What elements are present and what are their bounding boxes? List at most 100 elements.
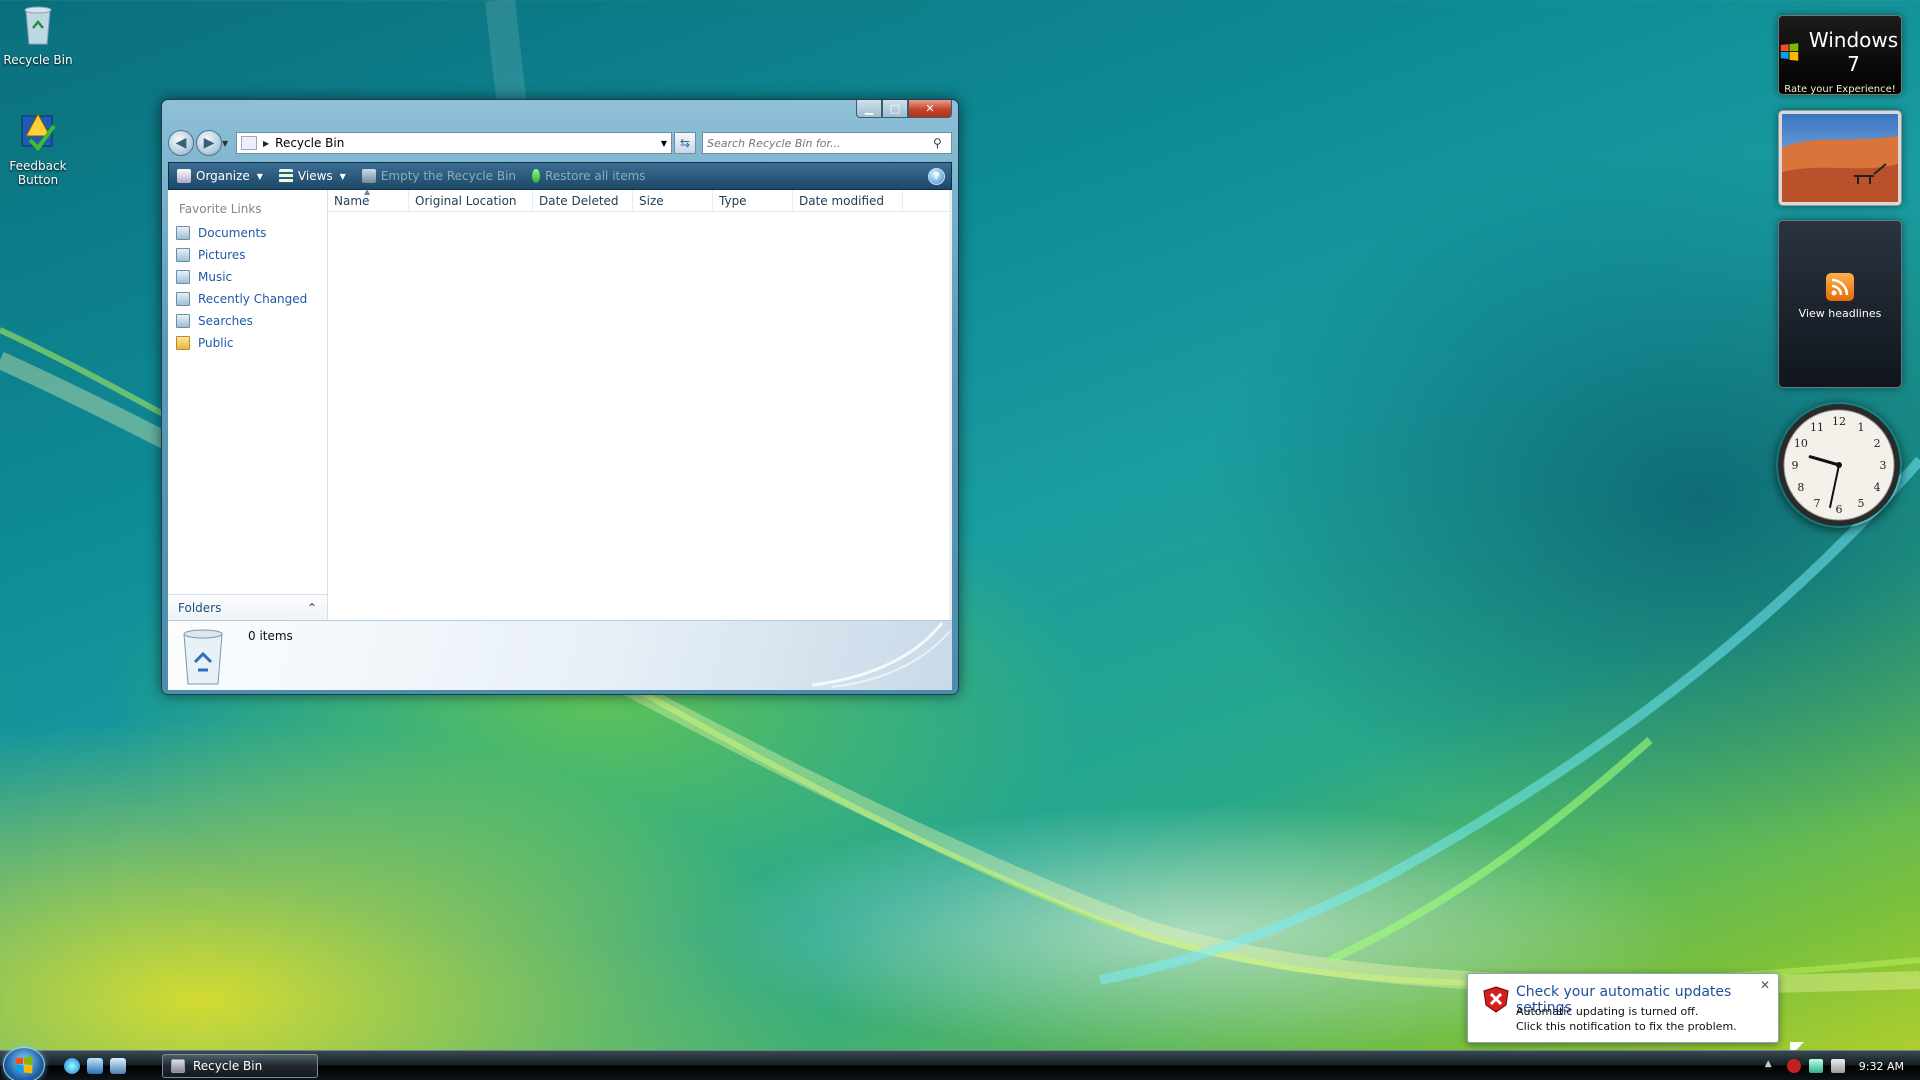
slideshow-gadget[interactable] [1778, 110, 1902, 206]
file-list[interactable]: ▲ Name Original Location Date Deleted Siz… [328, 187, 952, 620]
nav-link-pictures[interactable]: Pictures [168, 244, 327, 266]
refresh-button[interactable]: ⇆ [674, 132, 696, 154]
nav-link-label: Recently Changed [198, 292, 308, 306]
documents-icon [176, 226, 190, 240]
nav-link-recently-changed[interactable]: Recently Changed [168, 288, 327, 310]
restore-icon [532, 169, 541, 183]
taskbar: Recycle Bin ▲ 9:32 AM [0, 1047, 1920, 1080]
show-hidden-icons-chevron-icon[interactable]: ▲ [1765, 1059, 1779, 1073]
minimize-button[interactable]: ▁ [856, 100, 882, 118]
rate-experience-gadget[interactable]: Windows 7 Rate your Experience! [1778, 15, 1902, 95]
clock-gadget[interactable]: 1234567891011 12 [1776, 402, 1902, 528]
views-label: Views [297, 169, 333, 183]
notification-line-1: Automatic updating is turned off. [1516, 1005, 1699, 1018]
internet-explorer-icon[interactable] [64, 1058, 80, 1074]
start-button[interactable] [3, 1047, 45, 1080]
search-box: ⚲ [702, 132, 952, 154]
restore-all-items-label: Restore all items [545, 169, 646, 183]
clock-number: 5 [1858, 497, 1865, 510]
security-alert-icon[interactable] [1786, 1059, 1801, 1073]
column-header-name[interactable]: ▲ Name [328, 187, 409, 211]
clock-number: 12 [1832, 415, 1846, 428]
restore-all-items-button[interactable]: Restore all items [524, 163, 654, 189]
folders-toggle[interactable]: Folders ⌃ [168, 594, 327, 620]
column-header-size[interactable]: Size [633, 190, 713, 211]
details-swoosh [812, 622, 951, 688]
views-button[interactable]: Views ▼ [271, 163, 354, 189]
close-button[interactable]: ✕ [908, 100, 952, 118]
clock-number: 11 [1810, 421, 1824, 434]
show-desktop-icon[interactable] [87, 1058, 103, 1074]
organize-label: Organize [196, 169, 250, 183]
desktop-icon-feedback-button[interactable]: Feedback Button [0, 108, 76, 187]
network-icon[interactable] [1808, 1059, 1823, 1073]
desktop-icon-recycle-bin[interactable]: Recycle Bin [0, 2, 76, 67]
column-header-date-modified[interactable]: Date modified [793, 190, 903, 211]
refresh-icon: ⇆ [679, 136, 691, 150]
minimize-icon: ▁ [864, 102, 874, 115]
taskbar-button-label: Recycle Bin [193, 1059, 263, 1073]
back-button[interactable]: ◀ [168, 130, 194, 156]
address-bar[interactable]: ▶ Recycle Bin ▼ [236, 132, 672, 154]
forward-arrow-icon: ▶ [203, 135, 215, 151]
chevron-down-icon: ▼ [256, 171, 263, 181]
clock-number: 4 [1874, 481, 1881, 494]
taskbar-clock[interactable]: 9:32 AM [1859, 1060, 1904, 1073]
help-icon: ? [933, 170, 940, 182]
maximize-button[interactable]: □ [882, 100, 908, 118]
nav-link-label: Music [198, 270, 233, 284]
column-header-type[interactable]: Type [713, 190, 793, 211]
searches-icon [176, 314, 190, 328]
recently-changed-icon [176, 292, 190, 306]
window-body: Favorite Links Documents Pictures Music … [168, 187, 952, 620]
address-location: Recycle Bin [275, 136, 345, 150]
clock-number: 8 [1797, 481, 1804, 494]
address-dropdown-icon[interactable]: ▼ [657, 139, 671, 148]
search-icon[interactable]: ⚲ [933, 136, 951, 150]
feed-headlines-gadget[interactable]: View headlines [1778, 220, 1902, 388]
navigation-pane: Favorite Links Documents Pictures Music … [168, 190, 328, 620]
view-headlines-label: View headlines [1798, 307, 1882, 320]
column-header-original-location[interactable]: Original Location [409, 190, 533, 211]
recent-pages-dropdown[interactable]: ▼ [222, 139, 232, 148]
recycle-bin-large-icon [183, 629, 223, 685]
nav-link-music[interactable]: Music [168, 266, 327, 288]
clock-number: 7 [1814, 497, 1821, 510]
update-notification[interactable]: Check your automatic updates settings Au… [1467, 973, 1804, 1056]
favorite-links-title: Favorite Links [179, 202, 262, 216]
slideshow-photo-icon [1782, 114, 1898, 202]
forward-button[interactable]: ▶ [196, 130, 222, 156]
clock-number: 1 [1858, 421, 1865, 434]
nav-link-label: Public [198, 336, 234, 350]
address-row: ◀ ▶ ▼ ▶ Recycle Bin ▼ ⇆ ⚲ [168, 130, 952, 156]
clock-number: 10 [1794, 437, 1808, 450]
window-controls: ▁ □ ✕ [856, 100, 952, 118]
windows-flag-icon [1780, 43, 1799, 61]
help-button[interactable]: ? [928, 167, 945, 185]
volume-icon[interactable] [1830, 1059, 1845, 1073]
recycle-bin-window[interactable]: ▁ □ ✕ ◀ ▶ ▼ ▶ Recycle Bin ▼ ⇆ ⚲ Organize… [161, 99, 959, 695]
notification-close-button[interactable]: ✕ [1760, 978, 1770, 992]
scrollbar[interactable] [949, 190, 952, 620]
empty-recycle-bin-button[interactable]: Empty the Recycle Bin [354, 163, 524, 189]
recycle-bin-icon [24, 6, 52, 45]
breadcrumb-arrow-icon[interactable]: ▶ [263, 139, 269, 148]
switch-windows-icon[interactable] [110, 1058, 126, 1074]
recycle-bin-small-icon [361, 169, 376, 183]
column-headers: ▲ Name Original Location Date Deleted Siz… [328, 187, 952, 212]
clock-number: 9 [1792, 459, 1799, 472]
taskbar-button-recycle-bin[interactable]: Recycle Bin [162, 1054, 318, 1078]
details-pane: 0 items [168, 620, 952, 690]
column-header-date-deleted[interactable]: Date Deleted [533, 190, 633, 211]
recycle-bin-small-icon [171, 1059, 185, 1073]
search-input[interactable] [703, 136, 933, 150]
nav-link-documents[interactable]: Documents [168, 222, 327, 244]
empty-recycle-bin-label: Empty the Recycle Bin [380, 169, 517, 183]
clock-number: 3 [1880, 459, 1887, 472]
organize-button[interactable]: Organize ▼ [169, 163, 271, 189]
windows-logo-icon [15, 1056, 33, 1074]
maximize-icon: □ [889, 102, 901, 115]
nav-link-searches[interactable]: Searches [168, 310, 327, 332]
chevron-up-icon: ⌃ [306, 600, 317, 615]
nav-link-public[interactable]: Public [168, 332, 327, 354]
